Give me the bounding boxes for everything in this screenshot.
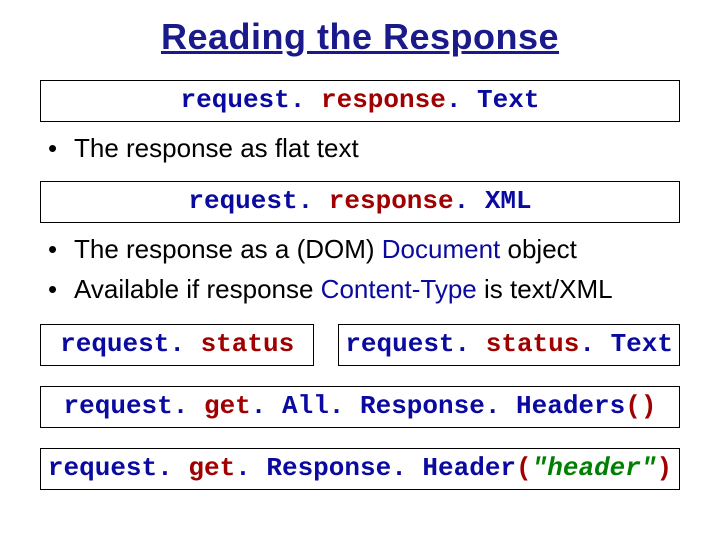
code-line: request. response. XML: [188, 186, 531, 216]
bullet-text-pre: Available if response: [74, 274, 321, 304]
bullet-text: The response as flat text: [74, 133, 359, 163]
tok-request: request.: [60, 329, 200, 359]
code-line: request. status. Text: [345, 329, 673, 359]
codebox-status: request. status: [40, 324, 314, 366]
tok-get: get: [188, 453, 235, 483]
codebox-statustext: request. status. Text: [338, 324, 680, 366]
codebox-getheader: request. get. Response. Header("header"): [40, 448, 680, 490]
tok-parens: (): [625, 391, 656, 421]
tok-header-arg: "header": [532, 453, 657, 483]
bullet-list-1: •The response as flat text: [30, 132, 690, 165]
codebox-getallheaders: request. get. All. Response. Headers(): [40, 386, 680, 428]
tok-request: request.: [188, 186, 328, 216]
tok-status: status: [201, 329, 295, 359]
tok-request: request.: [48, 453, 188, 483]
tok-content-type: Content-Type: [321, 274, 477, 304]
codebox-responsexml: request. response. XML: [40, 181, 680, 223]
code-line: request. get. All. Response. Headers(): [64, 391, 657, 421]
tok-request: request.: [181, 85, 321, 115]
tok-request: request.: [64, 391, 204, 421]
slide-title: Reading the Response: [30, 16, 690, 58]
tok-open-paren: (: [516, 453, 532, 483]
bullet-flat-text: •The response as flat text: [52, 132, 690, 165]
tok-xml: . XML: [454, 186, 532, 216]
tok-document: Document: [382, 234, 501, 264]
tok-response: response: [329, 186, 454, 216]
tok-text: . Text: [579, 329, 673, 359]
tok-text: . Text: [446, 85, 540, 115]
tok-get: get: [204, 391, 251, 421]
bullet-list-2: •The response as a (DOM) Document object…: [30, 233, 690, 306]
tok-response: response: [321, 85, 446, 115]
code-line: request. response. Text: [181, 85, 540, 115]
code-line: request. status: [60, 329, 294, 359]
tok-allresponseheaders: . All. Response. Headers: [251, 391, 625, 421]
bullet-text-post: is text/XML: [477, 274, 613, 304]
tok-responseheader: . Response. Header: [235, 453, 516, 483]
tok-request: request.: [345, 329, 485, 359]
tok-status: status: [486, 329, 580, 359]
bullet-text-post: object: [500, 234, 577, 264]
slide: Reading the Response request. response. …: [0, 0, 720, 540]
bullet-text-pre: The response as a (DOM): [74, 234, 382, 264]
code-line: request. get. Response. Header("header"): [48, 453, 672, 483]
codebox-responsetext: request. response. Text: [40, 80, 680, 122]
bullet-dom-document: •The response as a (DOM) Document object: [52, 233, 690, 266]
bullet-content-type: •Available if response Content-Type is t…: [52, 273, 690, 306]
row-status: request. status request. status. Text: [40, 324, 680, 366]
tok-close-paren: ): [656, 453, 672, 483]
